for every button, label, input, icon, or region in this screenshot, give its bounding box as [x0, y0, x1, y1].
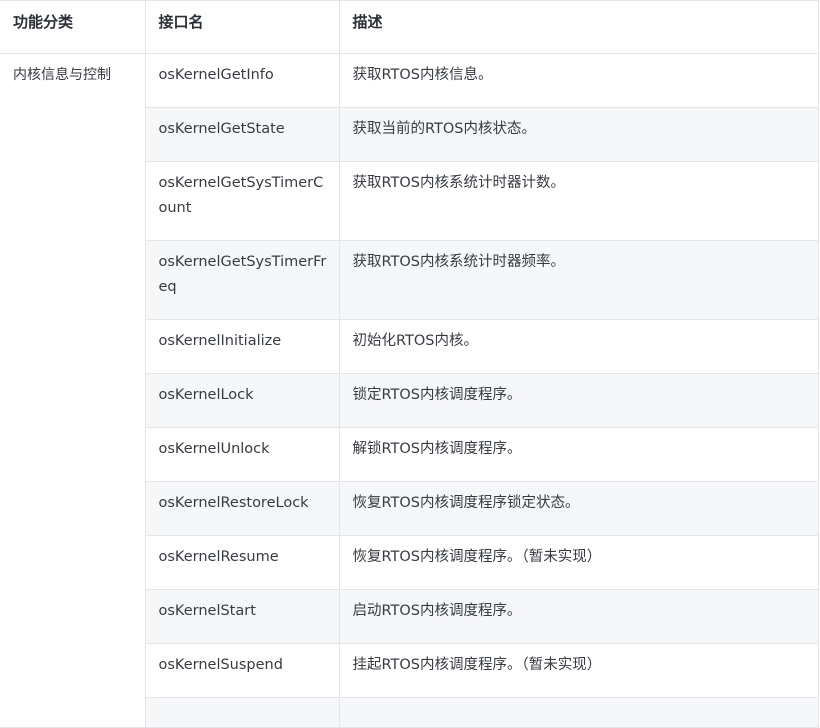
description-cell: 挂起RTOS内核调度程序。（暂未实现）: [338, 643, 819, 698]
header-category: 功能分类: [0, 0, 146, 54]
description-cell: 获取当前的RTOS内核状态。: [338, 107, 819, 162]
interface-name-cell: osKernelUnlock: [145, 427, 340, 482]
table-header-row: 功能分类 接口名 描述: [0, 0, 819, 54]
interface-name-cell: osKernelLock: [145, 373, 340, 428]
interface-name-cell: osKernelStart: [145, 589, 340, 644]
description-cell: [338, 697, 819, 728]
interface-name-cell: osKernelSuspend: [145, 643, 340, 698]
description-cell: 恢复RTOS内核调度程序锁定状态。: [338, 481, 819, 536]
description-cell: 启动RTOS内核调度程序。: [338, 589, 819, 644]
description-cell: 初始化RTOS内核。: [338, 319, 819, 374]
description-cell: 获取RTOS内核信息。: [338, 53, 819, 108]
description-cell: 恢复RTOS内核调度程序。（暂未实现）: [338, 535, 819, 590]
api-table-container: 功能分类 接口名 描述 内核信息与控制 osKernelGetInfo 获取RT…: [0, 0, 819, 728]
interface-name-cell: osKernelGetSysTimerCount: [145, 161, 340, 241]
interface-name-cell: osKernelResume: [145, 535, 340, 590]
interface-name-cell: osKernelInitialize: [145, 319, 340, 374]
header-interface-name: 接口名: [144, 0, 340, 54]
kernel-api-table: 功能分类 接口名 描述 内核信息与控制 osKernelGetInfo 获取RT…: [0, 0, 819, 728]
interface-name-cell: osKernelGetState: [145, 107, 340, 162]
description-cell: 锁定RTOS内核调度程序。: [338, 373, 819, 428]
description-cell: 解锁RTOS内核调度程序。: [338, 427, 819, 482]
table-row: 内核信息与控制 osKernelGetInfo 获取RTOS内核信息。: [0, 53, 819, 728]
description-cell: 获取RTOS内核系统计时器频率。: [338, 240, 819, 320]
interface-name-cell: osKernelGetInfo: [144, 53, 340, 108]
interface-name-cell: osKernelGetSysTimerFreq: [145, 240, 340, 320]
interface-name-cell: osKernelRestoreLock: [145, 481, 340, 536]
header-description: 描述: [338, 0, 819, 54]
description-cell: 获取RTOS内核系统计时器计数。: [338, 161, 819, 241]
interface-name-cell: [145, 697, 340, 728]
category-cell: 内核信息与控制: [0, 53, 146, 728]
